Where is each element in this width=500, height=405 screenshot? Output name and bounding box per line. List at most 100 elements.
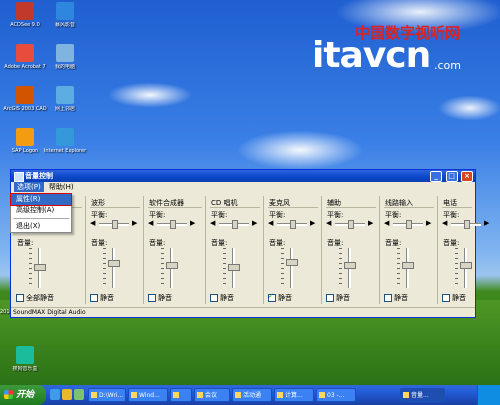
checkbox-box[interactable] [16, 294, 24, 302]
balance-slider[interactable] [333, 220, 367, 229]
desktop-icon-sogou-music[interactable]: 搜狗音乐盒 [0, 346, 50, 372]
balance-slider[interactable] [449, 220, 483, 229]
watermark-domain: .com [434, 59, 461, 72]
menu-item-exit[interactable]: 退出(X) [11, 221, 71, 232]
start-label: 开始 [16, 390, 35, 400]
speaker-left-icon: ◀ [268, 219, 274, 227]
checkbox-box[interactable] [210, 294, 218, 302]
mute-checkbox[interactable]: 静音 [384, 293, 408, 303]
mute-checkbox[interactable]: 静音 [90, 293, 114, 303]
balance-slider[interactable] [275, 220, 309, 229]
quicklaunch-ie-icon[interactable] [50, 389, 60, 400]
maximize-button[interactable]: □ [445, 171, 458, 182]
system-tray[interactable] [477, 385, 500, 405]
network-icon [56, 86, 74, 104]
meeting-icon [197, 392, 203, 398]
mute-checkbox[interactable]: 静音 [442, 293, 466, 303]
desktop-icon-my-computer[interactable]: 我的电脑 [40, 44, 90, 70]
taskbar-item[interactable] [170, 388, 192, 402]
desktop-icon-baofeng[interactable]: 暴风影音 [40, 2, 90, 28]
volume-slider[interactable] [103, 248, 120, 288]
balance-slider[interactable] [155, 220, 189, 229]
volume-slider[interactable] [223, 248, 240, 288]
quicklaunch-desktop-icon[interactable] [74, 389, 84, 400]
menu-item-advanced[interactable]: 高级控制(A) [11, 205, 71, 216]
mute-label: 全部静音 [26, 294, 54, 302]
volume-thumb[interactable] [228, 264, 240, 271]
balance-slider[interactable] [391, 220, 425, 229]
balance-slider[interactable] [217, 220, 251, 229]
volume-slider[interactable] [29, 248, 46, 288]
task-label: 03 -... [327, 392, 345, 399]
quicklaunch-folder-icon[interactable] [62, 389, 72, 400]
taskbar-item[interactable]: Wind... [128, 388, 168, 402]
balance-thumb[interactable] [290, 220, 296, 229]
checkbox-box[interactable] [148, 294, 156, 302]
mute-label: 静音 [278, 294, 292, 302]
folder-icon [91, 392, 97, 398]
balance-thumb[interactable] [348, 220, 354, 229]
balance-thumb[interactable] [464, 220, 470, 229]
media-icon [319, 392, 325, 398]
volume-slider[interactable] [161, 248, 178, 288]
desktop-icon-network[interactable]: 网上邻居 [40, 86, 90, 112]
volume-ticks [339, 248, 342, 288]
volume-thumb[interactable] [286, 259, 298, 266]
volume-thumb[interactable] [344, 262, 356, 269]
volume-ticks [397, 248, 400, 288]
volume-label: 音量: [327, 239, 344, 247]
checkbox-box[interactable] [326, 294, 334, 302]
watermark-logo: itavcn [312, 35, 431, 76]
mute-checkbox[interactable]: 静音 [268, 292, 292, 303]
volume-slider[interactable] [281, 248, 298, 288]
mute-checkbox[interactable]: 静音 [326, 293, 350, 303]
menu-item-properties[interactable]: 属性(R) [10, 193, 72, 206]
volume-track [112, 248, 115, 288]
taskbar-item[interactable]: 计算... [274, 388, 314, 402]
taskbar-item[interactable]: 活动通 [232, 388, 272, 402]
checkbox-box[interactable] [268, 292, 276, 302]
checkbox-box[interactable] [384, 294, 392, 302]
volume-thumb[interactable] [402, 262, 414, 269]
taskbar-item[interactable]: 会议 [194, 388, 230, 402]
mute-checkbox[interactable]: 全部静音 [16, 293, 54, 303]
volume-slider[interactable] [339, 248, 356, 288]
volume-thumb[interactable] [460, 262, 472, 269]
volume-slider[interactable] [455, 248, 472, 288]
close-button[interactable]: × [461, 171, 473, 182]
checkbox-box[interactable] [442, 294, 450, 302]
desktop-icon-ie[interactable]: Internet Explorer [40, 128, 90, 154]
speaker-right-icon: ▶ [252, 219, 258, 227]
channel-divider [210, 207, 260, 208]
balance-thumb[interactable] [406, 220, 412, 229]
checkbox-box[interactable] [90, 294, 98, 302]
mixer-channel: 软件合成器 平衡: ◀ ▶ 音量: 静音 [145, 196, 206, 304]
start-button[interactable]: 开始 [0, 385, 46, 405]
mixer-channel: CD 唱机 平衡: ◀ ▶ 音量: 静音 [207, 196, 264, 304]
minimize-button[interactable]: _ [430, 171, 443, 182]
menu-options[interactable]: 选项(P) [14, 182, 44, 192]
task-label: 音量... [411, 392, 429, 399]
channel-divider [326, 207, 376, 208]
taskbar-item-active[interactable]: 音量... [400, 388, 445, 402]
arcgis-icon [16, 86, 34, 104]
balance-thumb[interactable] [112, 220, 118, 229]
balance-thumb[interactable] [170, 220, 176, 229]
window-titlebar[interactable]: 音量控制 _ □ × [11, 170, 475, 182]
volume-thumb[interactable] [34, 264, 46, 271]
task-label: D:\Wri... [99, 392, 124, 399]
taskbar-item[interactable]: 03 -... [316, 388, 356, 402]
balance-thumb[interactable] [232, 220, 238, 229]
volume-thumb[interactable] [108, 260, 120, 267]
mute-checkbox[interactable]: 静音 [148, 293, 172, 303]
volume-thumb[interactable] [166, 262, 178, 269]
mute-checkbox[interactable]: 静音 [210, 293, 234, 303]
speaker-left-icon: ◀ [384, 219, 390, 227]
taskbar-item[interactable]: D:\Wri... [88, 388, 126, 402]
menu-help[interactable]: 帮助(H) [46, 182, 77, 192]
options-dropdown: 属性(R) 高级控制(A) 退出(X) [10, 193, 72, 233]
balance-slider[interactable] [97, 220, 131, 229]
menu-bar: 选项(P) 帮助(H) [11, 182, 475, 192]
speaker-icon [14, 172, 24, 182]
volume-slider[interactable] [397, 248, 414, 288]
